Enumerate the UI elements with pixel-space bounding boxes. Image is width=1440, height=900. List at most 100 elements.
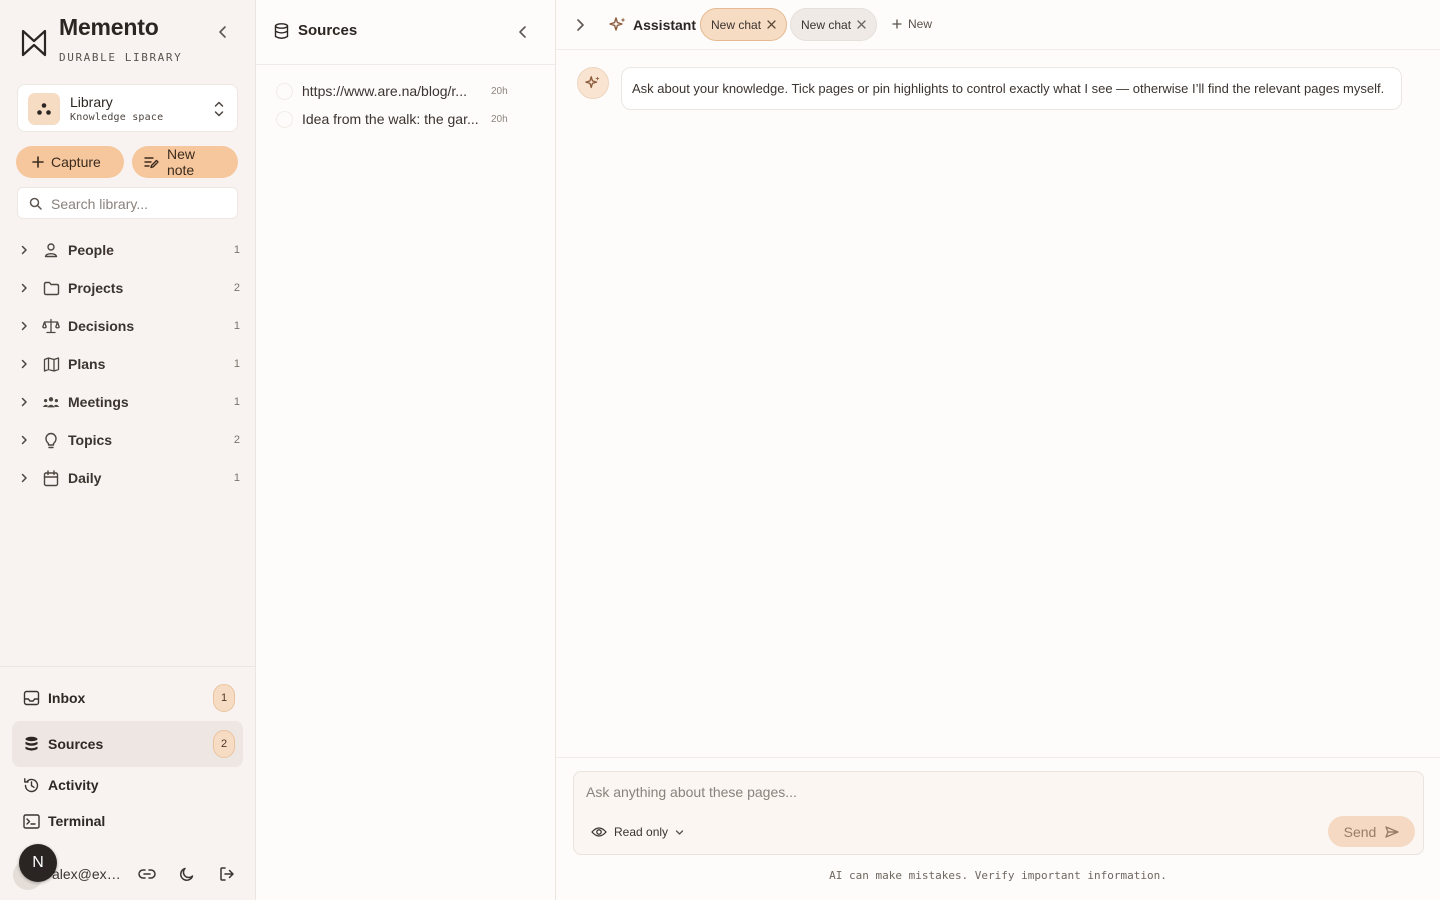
new-note-label: New note xyxy=(166,146,195,178)
dark-mode-toggle[interactable] xyxy=(177,864,197,884)
workspace-switcher[interactable]: Library Knowledge space xyxy=(17,84,238,132)
chevron-right-icon[interactable] xyxy=(16,245,32,255)
mode-select[interactable]: Read only xyxy=(591,822,684,842)
sources-panel-header: Sources xyxy=(256,0,555,65)
category-plans[interactable]: Plans 1 xyxy=(16,350,244,378)
capture-button[interactable]: Capture xyxy=(16,146,124,178)
collapse-sources-button[interactable] xyxy=(511,20,535,44)
category-label: Plans xyxy=(68,356,106,372)
assistant-panel: Assistant New chat New chat New Ask abou… xyxy=(556,0,1440,900)
logout-button[interactable] xyxy=(217,864,237,884)
category-projects[interactable]: Projects 2 xyxy=(16,274,244,302)
chat-input[interactable] xyxy=(586,784,1406,806)
history-icon xyxy=(21,777,41,794)
source-checkbox[interactable] xyxy=(276,82,293,100)
moon-icon xyxy=(180,867,194,881)
chat-tab-label: New chat xyxy=(711,17,762,32)
chevron-left-icon xyxy=(219,26,226,38)
folder-icon xyxy=(42,281,60,296)
source-item[interactable]: Idea from the walk: the gar... 20h xyxy=(276,107,546,131)
chevron-right-icon[interactable] xyxy=(16,359,32,369)
new-chat-label: New xyxy=(908,17,933,31)
chevron-right-icon[interactable] xyxy=(16,397,32,407)
composer-divider xyxy=(556,757,1440,758)
assistant-title: Assistant xyxy=(633,17,697,33)
close-icon[interactable] xyxy=(857,20,866,29)
sources-panel: Sources https://www.are.na/blog/r... 20h… xyxy=(256,0,556,900)
category-label: Decisions xyxy=(68,318,135,334)
nav-label: Terminal xyxy=(48,813,106,829)
category-decisions[interactable]: Decisions 1 xyxy=(16,312,244,340)
send-button[interactable]: Send xyxy=(1328,816,1415,847)
chevrons-up-down-icon xyxy=(214,101,224,117)
workspace-name: Library xyxy=(70,94,113,110)
new-chat-button[interactable]: New xyxy=(892,17,932,31)
category-count: 1 xyxy=(233,244,240,256)
capture-label: Capture xyxy=(51,154,101,170)
user-email[interactable]: alex@example.com xyxy=(52,866,126,882)
map-icon xyxy=(42,356,60,372)
chevron-right-icon xyxy=(577,19,584,31)
database-icon xyxy=(274,23,289,39)
nav-item-terminal[interactable]: Terminal xyxy=(12,801,243,841)
new-note-button[interactable]: New note xyxy=(132,146,238,178)
eye-icon xyxy=(591,827,607,837)
category-label: People xyxy=(68,242,114,258)
chevron-right-icon[interactable] xyxy=(16,283,32,293)
nav-item-inbox[interactable]: Inbox 1 xyxy=(12,678,243,718)
terminal-icon xyxy=(21,813,41,829)
source-title: Idea from the walk: the gar... xyxy=(302,111,479,127)
person-icon xyxy=(42,242,60,258)
collapse-sidebar-button[interactable] xyxy=(211,20,235,44)
category-count: 2 xyxy=(233,434,240,446)
calendar-icon xyxy=(42,469,60,487)
mode-label: Read only xyxy=(614,825,669,839)
category-count: 1 xyxy=(233,358,240,370)
chat-tab[interactable]: New chat xyxy=(790,8,878,41)
chevron-right-icon[interactable] xyxy=(16,435,32,445)
brand-subtitle: DURABLE LIBRARY xyxy=(59,51,183,64)
category-count: 1 xyxy=(233,320,240,332)
category-label: Daily xyxy=(68,470,102,486)
brand-title: Memento xyxy=(59,14,159,40)
nav-label: Inbox xyxy=(48,690,86,706)
source-title: https://www.are.na/blog/r... xyxy=(302,83,467,99)
database-icon xyxy=(21,736,41,752)
close-icon[interactable] xyxy=(767,20,776,29)
send-label: Send xyxy=(1343,823,1377,840)
category-topics[interactable]: Topics 2 xyxy=(16,426,244,454)
source-time: 20h xyxy=(491,113,508,125)
source-item[interactable]: https://www.are.na/blog/r... 20h xyxy=(276,79,546,103)
nav-label: Activity xyxy=(48,777,99,793)
category-meetings[interactable]: Meetings 1 xyxy=(16,388,244,416)
chevron-left-icon xyxy=(519,26,526,38)
new-note-icon xyxy=(144,157,159,169)
users-icon xyxy=(42,395,60,409)
search-icon xyxy=(29,197,42,210)
category-label: Projects xyxy=(68,280,124,296)
category-label: Meetings xyxy=(68,394,129,410)
assistant-avatar xyxy=(577,67,609,99)
chevron-down-icon xyxy=(675,829,684,835)
scale-icon xyxy=(42,318,60,334)
expand-panel-button[interactable] xyxy=(568,13,592,37)
chat-tab-active[interactable]: New chat xyxy=(700,8,788,41)
user-avatar[interactable]: N xyxy=(19,844,57,882)
workspace-type: Knowledge space xyxy=(70,112,164,123)
link-button[interactable] xyxy=(137,864,157,884)
chevron-right-icon[interactable] xyxy=(16,473,32,483)
nav-item-sources[interactable]: Sources 2 xyxy=(12,721,243,767)
source-checkbox[interactable] xyxy=(276,110,293,128)
sources-count-badge: 2 xyxy=(213,730,235,758)
chevron-right-icon[interactable] xyxy=(16,321,32,331)
search-input[interactable] xyxy=(51,194,231,214)
nav-label: Sources xyxy=(48,736,104,752)
category-count: 1 xyxy=(233,472,240,484)
nav-item-activity[interactable]: Activity xyxy=(12,765,243,805)
category-daily[interactable]: Daily 1 xyxy=(16,464,244,492)
category-people[interactable]: People 1 xyxy=(16,236,244,264)
sparkles-icon xyxy=(585,76,600,89)
plus-icon xyxy=(32,156,44,168)
sidebar-divider xyxy=(0,666,255,667)
search-box xyxy=(17,187,238,219)
